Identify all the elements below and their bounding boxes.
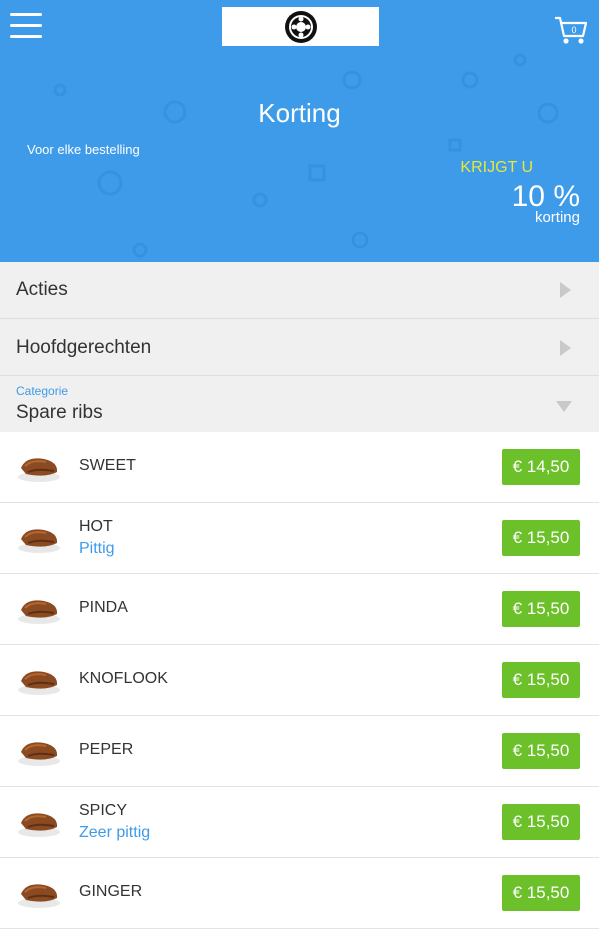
item-name: SPICY: [79, 802, 128, 819]
hero-title: Korting: [258, 98, 341, 128]
list-item[interactable]: PINDA € 15,50: [0, 574, 599, 645]
logo[interactable]: [222, 7, 379, 46]
product-list: SWEET € 14,50 HOT Pittig € 15,50 PINDA € 15,50…: [0, 432, 599, 929]
spare-ribs-icon: [18, 884, 60, 908]
list-item[interactable]: SWEET € 14,50: [0, 432, 599, 503]
item-name: PEPER: [79, 741, 134, 758]
price-button[interactable]: € 15,50: [502, 520, 580, 556]
item-name: KNOFLOOK: [79, 670, 168, 687]
item-subtitle: Zeer pittig: [79, 824, 151, 841]
category-value: Spare ribs: [16, 402, 103, 423]
list-item[interactable]: PEPER € 15,50: [0, 716, 599, 787]
item-name: HOT: [79, 518, 113, 535]
spare-ribs-icon: [18, 813, 60, 837]
chevron-right-icon: [560, 282, 571, 298]
restaurant-logo-icon: [284, 10, 317, 43]
discount-label: korting: [534, 209, 580, 226]
spare-ribs-icon: [18, 742, 60, 766]
hamburger-icon-line: [10, 35, 42, 38]
discount-intro: KRIJGT U: [460, 159, 533, 176]
price-button[interactable]: € 15,50: [502, 591, 580, 627]
list-item[interactable]: SPICY Zeer pittig € 15,50: [0, 787, 599, 858]
category-dropdown[interactable]: Categorie Spare ribs: [0, 376, 599, 433]
price-button[interactable]: € 15,50: [502, 662, 580, 698]
category-label: Categorie: [16, 384, 69, 398]
cart-button[interactable]: 0: [553, 14, 589, 46]
price-button[interactable]: € 15,50: [502, 804, 580, 840]
price-button[interactable]: € 14,50: [502, 449, 580, 485]
nav-acties-label: Acties: [16, 279, 68, 300]
spare-ribs-icon: [18, 458, 60, 482]
chevron-right-icon: [560, 340, 571, 356]
hamburger-icon-line: [10, 24, 42, 27]
menu-button[interactable]: [10, 13, 42, 39]
hero-subtitle: Voor elke bestelling: [27, 142, 140, 157]
nav-acties[interactable]: Acties: [0, 262, 599, 319]
chevron-down-icon: [556, 401, 572, 412]
list-item[interactable]: GINGER € 15,50: [0, 858, 599, 929]
hamburger-icon: [10, 13, 42, 16]
price-button[interactable]: € 15,50: [502, 875, 580, 911]
nav-hoofdgerechten-label: Hoofdgerechten: [16, 337, 152, 358]
cart-count: 0: [571, 25, 576, 35]
spare-ribs-icon: [18, 671, 60, 695]
nav-hoofdgerechten[interactable]: Hoofdgerechten: [0, 319, 599, 376]
list-item[interactable]: HOT Pittig € 15,50: [0, 503, 599, 574]
price-button[interactable]: € 15,50: [502, 733, 580, 769]
spare-ribs-icon: [18, 600, 60, 624]
hero-banner: 0 Korting Voor elke bestelling KRIJGT U …: [0, 0, 599, 262]
item-name: GINGER: [79, 883, 143, 900]
list-item[interactable]: KNOFLOOK € 15,50: [0, 645, 599, 716]
item-name: PINDA: [79, 599, 128, 616]
item-subtitle: Pittig: [79, 540, 115, 557]
spare-ribs-icon: [18, 529, 60, 553]
item-name: SWEET: [79, 457, 136, 474]
cart-icon: 0: [555, 16, 588, 44]
